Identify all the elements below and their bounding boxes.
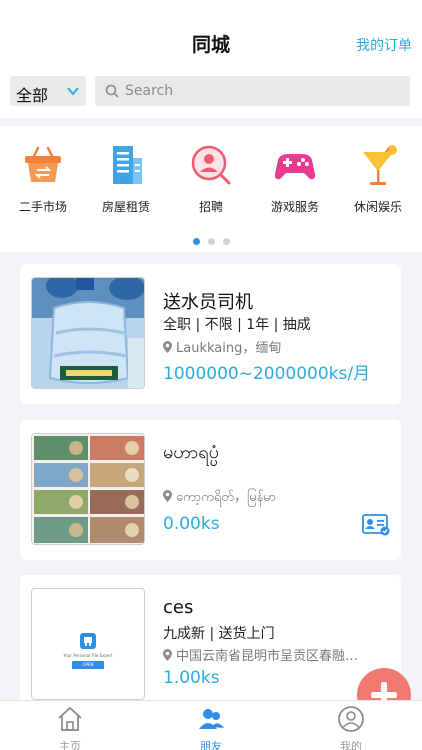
bottom-tab-bar: 主页 朋友 我的 (0, 700, 422, 750)
profile-icon (338, 706, 364, 732)
building-icon (103, 142, 149, 188)
tab-profile[interactable]: 我的 (311, 705, 391, 750)
shopping-basket-icon (20, 142, 66, 188)
search-bar: 全部 (0, 70, 422, 118)
listing-card[interactable]: 送水员司机 全职 | 不限 | 1年 | 抽成 Laukkaing，缅甸 100… (20, 264, 401, 404)
cocktail-icon (355, 142, 401, 188)
carousel-pager (0, 230, 422, 249)
listing-price: 1.00ks (163, 668, 220, 688)
listing-location: 中国云南省昆明市呈贡区春融… (163, 645, 385, 664)
tab-home[interactable]: 主页 (30, 705, 110, 750)
location-pin-icon (163, 490, 172, 502)
listing-location-text: 中国云南省昆明市呈贡区春融… (176, 649, 359, 664)
app-logo-icon (80, 633, 96, 649)
listing-title: မဟာရပ္ပံ (163, 442, 219, 463)
listing-tags: 全职 | 不限 | 1年 | 抽成 (163, 317, 311, 333)
category-secondhand[interactable]: 二手市场 (5, 142, 81, 215)
category-rental[interactable]: 房屋租赁 (88, 142, 164, 215)
water-jug-photo (32, 278, 144, 388)
listing-price: 0.00ks (163, 514, 220, 534)
recruit-person-icon (188, 142, 234, 188)
pager-dot[interactable] (207, 238, 215, 245)
search-input[interactable] (125, 80, 395, 102)
location-pin-icon (163, 649, 172, 661)
app-tagline: Your Personal File Expert (63, 653, 113, 658)
category-label: 游戏服务 (270, 200, 319, 214)
location-pin-icon (163, 341, 172, 353)
my-orders-link[interactable]: 我的订单 (356, 35, 412, 55)
tab-label: 我的 (340, 740, 362, 750)
listing-location: ကော့ကရိတ်，မြန်မာ (163, 486, 385, 508)
category-select[interactable]: 全部 (10, 76, 86, 106)
id-card-icon (362, 514, 390, 536)
category-label: 二手市场 (18, 200, 67, 214)
gamepad-icon (272, 142, 318, 188)
tab-label: 朋友 (200, 740, 222, 750)
category-games[interactable]: 游戏服务 (257, 142, 333, 215)
search-box[interactable] (95, 76, 410, 106)
friends-icon (199, 709, 224, 729)
listing-tags: 九成新 | 送货上门 (163, 626, 275, 642)
listing-location-text: Laukkaing，缅甸 (176, 341, 282, 356)
listing-title: ces (163, 597, 194, 618)
listing-thumbnail (31, 277, 145, 389)
home-icon (58, 706, 82, 731)
category-jobs[interactable]: 招聘 (173, 142, 249, 215)
pager-dot-active[interactable] (192, 238, 200, 245)
tab-friends[interactable]: 朋友 (171, 705, 251, 750)
app-header: 同城 我的订单 (0, 0, 422, 70)
tab-label: 主页 (59, 740, 81, 750)
listing-thumbnail: Your Personal File Expert OPEN (31, 588, 145, 700)
listing-location: Laukkaing，缅甸 (163, 337, 385, 356)
pager-dot[interactable] (222, 238, 230, 245)
listing-card[interactable]: Your Personal File Expert OPEN ces 九成新 |… (20, 575, 401, 715)
listing-price: 1000000~2000000ks/月 (163, 364, 371, 384)
listing-card[interactable]: မဟာရပ္ပံ ကော့ကရိတ်，မြန်မာ 0.00ks (20, 420, 401, 560)
app-open-button: OPEN (72, 661, 104, 669)
category-carousel: 二手市场 房屋租赁 招聘 游戏服务 休闲娱乐 (0, 126, 422, 252)
category-select-value: 全部 (16, 86, 49, 105)
category-label: 休闲娱乐 (353, 200, 402, 214)
listing-title: 送水员司机 (163, 292, 253, 313)
app-screenshot: Your Personal File Expert OPEN (32, 589, 144, 699)
listing-location-text: ကော့ကရိတ်，မြန်မာ (176, 490, 277, 505)
category-label: 房屋租赁 (101, 200, 150, 214)
chevron-down-icon (67, 87, 79, 96)
category-label: 招聘 (198, 200, 223, 214)
banknotes-photo (32, 434, 144, 544)
category-leisure[interactable]: 休闲娱乐 (340, 142, 416, 215)
listing-thumbnail (31, 433, 145, 545)
search-icon (105, 84, 119, 98)
